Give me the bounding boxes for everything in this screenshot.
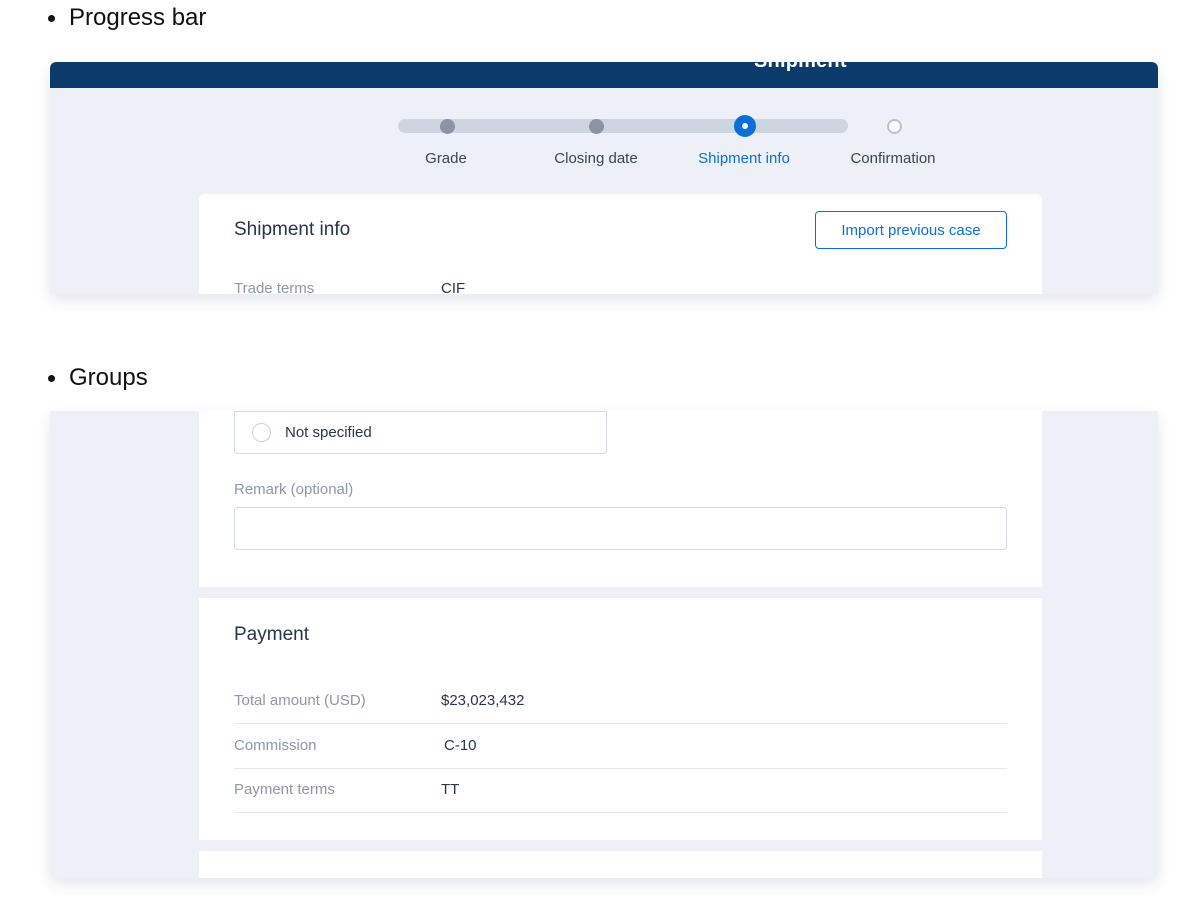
- row-value: TT: [441, 781, 460, 798]
- bullet-icon: [48, 374, 55, 382]
- trade-terms-value: CIF: [441, 280, 466, 294]
- radio-option-label: Not specified: [285, 424, 372, 441]
- row-value: C-10: [444, 737, 477, 754]
- section-heading-text: Groups: [69, 364, 148, 391]
- payment-group-card: Payment Total amount (USD) $23,023,432 C…: [199, 598, 1042, 840]
- page-title: Shipment: [754, 62, 847, 73]
- row-value: $23,023,432: [441, 692, 525, 709]
- step-label-confirmation: Confirmation: [850, 150, 936, 167]
- row-label: Commission: [234, 737, 317, 754]
- table-row: Commission C-10: [234, 724, 1007, 769]
- remark-input[interactable]: [234, 507, 1007, 550]
- step-shipment-info-indicator: [734, 115, 756, 137]
- radio-circle-icon[interactable]: [252, 423, 271, 442]
- next-group-card: [199, 851, 1042, 878]
- step-closing-date-indicator: [589, 119, 604, 134]
- shipment-info-card: Shipment info Import previous case Trade…: [199, 194, 1042, 294]
- step-confirmation-indicator: [887, 119, 902, 134]
- import-previous-case-button[interactable]: Import previous case: [815, 211, 1007, 249]
- table-row: Total amount (USD) $23,023,432: [234, 679, 1007, 724]
- options-group-card: Not specified Remark (optional): [199, 411, 1042, 587]
- section-heading-text: Progress bar: [69, 4, 207, 31]
- progress-track: [398, 119, 848, 133]
- progress-bar-example-panel: Shipment Grade Closing date Shipment inf…: [50, 62, 1158, 294]
- remark-label: Remark (optional): [234, 481, 354, 498]
- radio-option-not-specified[interactable]: Not specified: [234, 411, 607, 454]
- card-title: Shipment info: [234, 219, 351, 240]
- step-grade-indicator: [440, 119, 455, 134]
- step-label-closing-date[interactable]: Closing date: [554, 150, 637, 167]
- section-heading-progress-bar: Progress bar: [48, 4, 206, 32]
- step-label-shipment-info[interactable]: Shipment info: [698, 150, 790, 167]
- payment-title: Payment: [234, 624, 309, 645]
- header-bar: Shipment: [50, 62, 1158, 88]
- section-heading-groups: Groups: [48, 364, 148, 392]
- progress-stepper: Grade Closing date Shipment info Confirm…: [390, 115, 936, 176]
- step-label-grade[interactable]: Grade: [425, 150, 467, 167]
- trade-terms-label: Trade terms: [234, 280, 315, 294]
- table-row: Payment terms TT: [234, 768, 1007, 813]
- bullet-icon: [48, 14, 55, 22]
- row-label: Payment terms: [234, 781, 335, 798]
- row-label: Total amount (USD): [234, 692, 366, 709]
- groups-example-panel: Not specified Remark (optional) Payment …: [50, 411, 1158, 878]
